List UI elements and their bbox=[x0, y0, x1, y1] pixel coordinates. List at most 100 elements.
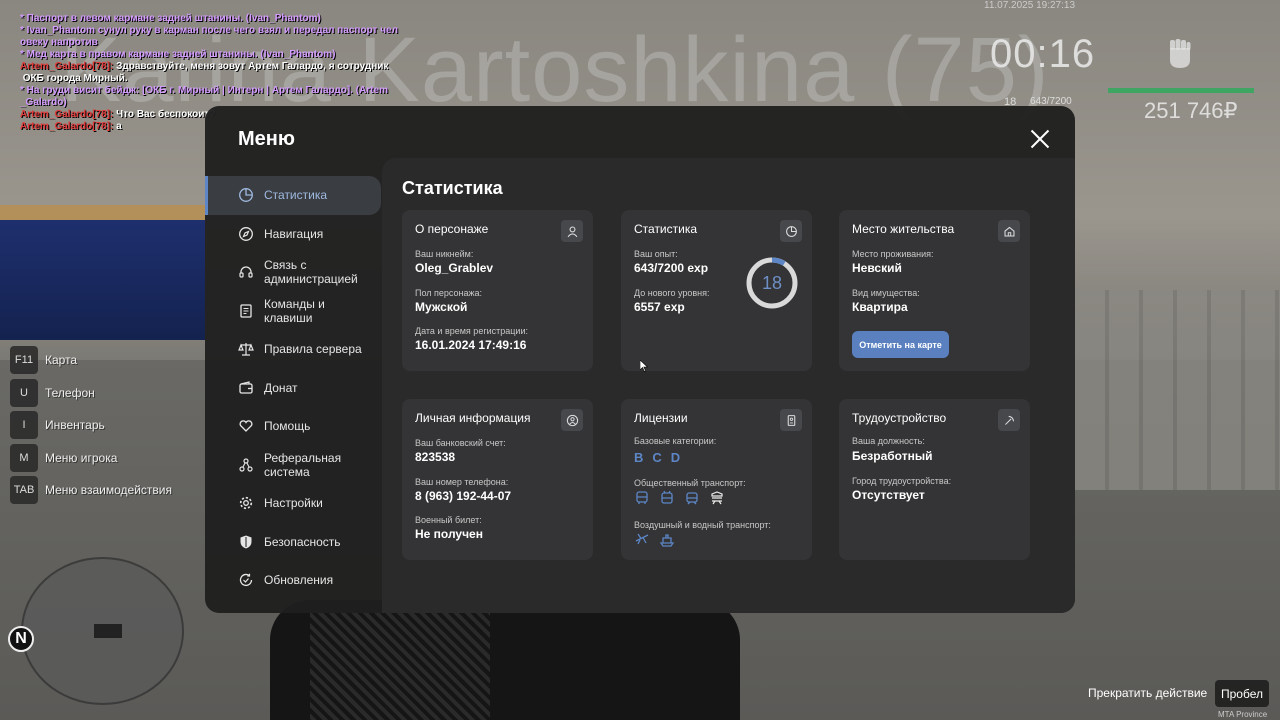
close-icon[interactable] bbox=[1029, 128, 1051, 150]
hotkey-key: F11 bbox=[10, 346, 38, 374]
compass-icon bbox=[238, 226, 254, 242]
document-icon bbox=[238, 303, 254, 319]
sidebar-item-label: Обновления bbox=[264, 573, 334, 588]
place-value: Невский bbox=[852, 261, 902, 275]
hotkey-label: Меню взаимодействия bbox=[45, 483, 172, 498]
sidebar-item[interactable]: Безопасность bbox=[205, 523, 381, 562]
hotkey-label: Инвентарь bbox=[45, 418, 105, 433]
next-level-label: До нового уровня: bbox=[634, 288, 710, 298]
property-type-value: Квартира bbox=[852, 300, 908, 314]
sidebar-item[interactable]: Статистика bbox=[205, 176, 381, 215]
chat-line: * Паспорт в левом кармане задней штанины… bbox=[20, 13, 400, 25]
hotkey-key: M bbox=[10, 443, 38, 472]
sidebar-item-label: Связь с администрацией bbox=[264, 258, 358, 287]
hotkey-label: Карта bbox=[45, 353, 78, 367]
card-job: Трудоустройство Ваша должность: Безработ… bbox=[839, 399, 1030, 560]
phone-value: 8 (963) 192-44-07 bbox=[415, 489, 512, 503]
sidebar-item-label: Безопасность bbox=[264, 534, 341, 549]
chat-text: * На груди висит бейдж: [ОКБ г. Мирный |… bbox=[20, 85, 388, 108]
sidebar-item[interactable]: Донат bbox=[205, 369, 381, 408]
reg-value: 16.01.2024 17:49:16 bbox=[415, 338, 527, 352]
sidebar-item[interactable]: Настройки bbox=[205, 484, 381, 523]
hud-time: 00:16 bbox=[990, 32, 1096, 76]
chat-text: * Ivan_Phantom сунул руку в карман после… bbox=[20, 25, 398, 48]
hotkey-item: I Инвентарь bbox=[10, 411, 172, 440]
hotkey-item: U Телефон bbox=[10, 378, 172, 407]
sidebar-item[interactable]: Обновления bbox=[205, 561, 381, 600]
chat-text: а bbox=[116, 121, 122, 132]
military-value: Не получен bbox=[415, 527, 483, 541]
home-icon bbox=[94, 624, 122, 638]
public-transport-icons bbox=[634, 490, 725, 506]
property-type-label: Вид имущества: bbox=[852, 288, 920, 298]
hotkey-item: M Меню игрока bbox=[10, 443, 172, 472]
background-bench bbox=[1075, 290, 1280, 490]
airplane-icon bbox=[634, 532, 650, 548]
level-number: 18 bbox=[761, 272, 783, 293]
job-position-value: Безработный bbox=[852, 449, 933, 463]
hotkey-list: F11 Карта U Телефон I Инвентарь M Меню игрока TA… bbox=[10, 346, 172, 509]
chat-text: Artem_Galardo[78]: bbox=[20, 61, 117, 72]
military-label: Военный билет: bbox=[415, 515, 482, 525]
sidebar-item-label: Команды и клавиши bbox=[264, 296, 325, 325]
hotkey-label: Меню игрока bbox=[45, 450, 118, 465]
card-licenses-title: Лицензии bbox=[634, 411, 688, 425]
sidebar-item[interactable]: Правила сервера bbox=[205, 330, 381, 369]
mouse-cursor-icon bbox=[640, 360, 648, 372]
user-icon bbox=[561, 220, 583, 242]
sidebar-item[interactable]: Навигация bbox=[205, 215, 381, 254]
hotkey-item: TAB Меню взаимодействия bbox=[10, 476, 172, 505]
sidebar-item[interactable]: Команды и клавиши bbox=[205, 292, 381, 331]
boat-icon bbox=[659, 532, 675, 548]
mark-on-map-button[interactable]: Отметить на карте bbox=[852, 331, 949, 358]
sidebar-item[interactable]: Реферальная система bbox=[205, 446, 381, 485]
hud-health-bar bbox=[1108, 88, 1254, 93]
chat-text: Artem_Galardo[78]: bbox=[20, 109, 117, 120]
refresh-check-icon bbox=[238, 572, 254, 588]
sidebar-item-label: Навигация bbox=[264, 226, 324, 241]
chat-text: * Паспорт в левом кармане задней штанины… bbox=[20, 13, 321, 24]
heart-hand-icon bbox=[238, 418, 254, 434]
menu-content: Статистика О персонаже Ваш никнейм: Oleg… bbox=[382, 158, 1075, 613]
card-residence-title: Место жительства bbox=[852, 222, 955, 236]
phone-label: Ваш номер телефона: bbox=[415, 477, 509, 487]
server-watermark: MTA Province bbox=[1218, 710, 1268, 719]
air-water-transport-icons bbox=[634, 532, 675, 548]
hud-date: 11.07.2025 19:27:13 bbox=[984, 0, 1076, 11]
space-key-button[interactable]: Пробел bbox=[1215, 680, 1269, 707]
license-category-d: D bbox=[670, 450, 681, 465]
card-stats: Статистика Ваш опыт: 643/7200 exp До нов… bbox=[621, 210, 812, 371]
sidebar-item[interactable]: Связь с администрацией bbox=[205, 253, 381, 292]
exp-value: 643/7200 exp bbox=[634, 261, 709, 275]
card-personal-title: Личная информация bbox=[415, 411, 531, 425]
chat-line: * Ivan_Phantom сунул руку в карман после… bbox=[20, 25, 400, 49]
job-city-value: Отсутствует bbox=[852, 488, 925, 502]
house-icon bbox=[998, 220, 1020, 242]
card-stats-title: Статистика bbox=[634, 222, 698, 236]
card-licenses: Лицензии Базовые категории: B C D Общест… bbox=[621, 399, 812, 560]
sidebar-item-label: Статистика bbox=[264, 188, 328, 203]
nick-label: Ваш никнейм: bbox=[415, 249, 474, 259]
next-level-value: 6557 exp bbox=[634, 300, 685, 314]
air-water-transport-label: Воздушный и водный транспорт: bbox=[634, 520, 771, 530]
job-position-label: Ваша должность: bbox=[852, 436, 925, 446]
hotkey-key: TAB bbox=[10, 476, 38, 505]
menu-sidebar: Статистика Навигация Связь с администрацие… bbox=[205, 176, 381, 600]
hotkey-item: F11 Карта bbox=[10, 346, 172, 374]
hotkey-key: U bbox=[10, 378, 38, 407]
bank-value: 823538 bbox=[415, 450, 456, 464]
pickaxe-icon bbox=[998, 409, 1020, 431]
reg-label: Дата и время регистрации: bbox=[415, 326, 528, 336]
chat-text: * Мед карта в правом кармане задней штан… bbox=[20, 49, 336, 60]
sidebar-item-label: Настройки bbox=[264, 496, 323, 511]
content-title: Статистика bbox=[402, 178, 503, 198]
hotkey-key: I bbox=[10, 411, 38, 440]
card-character-title: О персонаже bbox=[415, 222, 489, 236]
license-category-c: C bbox=[652, 450, 662, 465]
headset-icon bbox=[238, 264, 254, 280]
place-label: Место проживания: bbox=[852, 249, 934, 259]
background-character bbox=[270, 600, 740, 720]
gender-label: Пол персонажа: bbox=[415, 288, 483, 298]
license-categories: B C D bbox=[634, 450, 680, 465]
sidebar-item[interactable]: Помощь bbox=[205, 407, 381, 446]
